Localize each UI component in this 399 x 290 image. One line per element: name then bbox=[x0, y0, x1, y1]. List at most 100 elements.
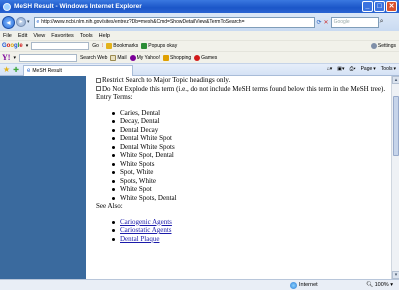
window-title: MeSH Result - Windows Internet Explorer bbox=[14, 3, 142, 10]
yahoo-logo: Y! bbox=[2, 53, 11, 62]
settings-icon bbox=[370, 43, 377, 49]
vertical-scrollbar[interactable]: ▴ ▾ bbox=[391, 76, 399, 279]
games-icon bbox=[194, 54, 201, 61]
my-yahoo-label: My Yahoo! bbox=[136, 54, 161, 61]
list-item: Cariogenic Agents bbox=[112, 218, 391, 227]
maximize-button[interactable]: □ bbox=[374, 1, 385, 12]
minimize-button[interactable]: _ bbox=[362, 1, 373, 12]
search-input[interactable]: Google bbox=[330, 16, 379, 28]
see-also-link[interactable]: Cariogenic Agents bbox=[120, 218, 172, 226]
scroll-down-icon[interactable]: ▾ bbox=[392, 271, 399, 279]
page-icon: e bbox=[36, 19, 40, 25]
see-also-link[interactable]: Dental Plaque bbox=[120, 235, 159, 243]
address-url: http://www.ncbi.nlm.nih.gov/sites/entrez… bbox=[41, 19, 245, 25]
star-icon bbox=[106, 43, 113, 49]
menu-bar: File Edit View Favorites Tools Help bbox=[0, 31, 399, 40]
popup-blocker-icon bbox=[141, 43, 148, 49]
stop-icon[interactable]: ✕ bbox=[324, 19, 329, 26]
list-item: White Spots, Dental bbox=[112, 194, 391, 203]
address-row: ◂ ▸ ▾ e http://www.ncbi.nlm.nih.gov/site… bbox=[0, 13, 399, 31]
see-also-heading: See Also: bbox=[96, 202, 123, 210]
mail-icon bbox=[110, 54, 117, 61]
google-logo: Google bbox=[2, 43, 23, 49]
no-explode-label: Do Not Explode this term (i.e., do not i… bbox=[102, 84, 386, 93]
scroll-up-icon[interactable]: ▴ bbox=[392, 76, 399, 84]
feeds-icon[interactable]: ▣▾ bbox=[337, 66, 344, 72]
tab-page-icon: e bbox=[27, 68, 31, 74]
see-also-list: Cariogenic Agents Cariostatic Agents Den… bbox=[112, 218, 391, 244]
entry-terms-list: Caries, Dental Decay, Dental Dental Deca… bbox=[112, 109, 391, 203]
list-item: Caries, Dental bbox=[112, 109, 391, 118]
restrict-checkbox[interactable] bbox=[96, 77, 101, 83]
my-yahoo-button[interactable]: My Yahoo! bbox=[129, 54, 161, 61]
left-sidebar bbox=[0, 76, 86, 279]
yahoo-dropdown-icon[interactable]: ▾ bbox=[13, 55, 16, 61]
bookmarks-button[interactable]: Bookmarks bbox=[106, 43, 138, 49]
bookmarks-label: Bookmarks bbox=[113, 43, 139, 49]
window-controls: _ □ ✕ bbox=[362, 1, 397, 12]
page-menu-button[interactable]: Page ▾ bbox=[361, 66, 376, 72]
no-explode-checkbox[interactable] bbox=[96, 86, 101, 91]
zoom-value: 100% bbox=[374, 282, 389, 288]
tab-mesh-result[interactable]: e MeSH Result bbox=[23, 65, 134, 76]
globe-icon bbox=[290, 281, 297, 289]
menu-help[interactable]: Help bbox=[99, 33, 110, 39]
games-button[interactable]: Games bbox=[194, 54, 217, 61]
zone-label: Internet bbox=[299, 282, 318, 288]
popups-button[interactable]: Popups okay bbox=[141, 43, 177, 49]
my-yahoo-icon bbox=[129, 54, 136, 61]
settings-label: Settings bbox=[377, 43, 396, 49]
google-dropdown-icon[interactable]: ▾ bbox=[26, 43, 29, 49]
close-button[interactable]: ✕ bbox=[386, 1, 397, 12]
zoom-icon: 🔍︎ bbox=[366, 282, 374, 288]
google-extra-icons[interactable]: ⁞ bbox=[102, 43, 103, 49]
menu-tools[interactable]: Tools bbox=[80, 33, 93, 39]
no-explode-option: Do Not Explode this term (i.e., do not i… bbox=[96, 85, 391, 94]
history-dropdown-icon[interactable]: ▾ bbox=[27, 19, 30, 25]
tools-label: Tools bbox=[380, 66, 393, 72]
search-web-label: Search Web bbox=[79, 54, 108, 61]
yahoo-toolbar: Y! ▾ Search Web Mail My Yahoo! Shopping … bbox=[0, 51, 399, 63]
list-item: Dental White Spots bbox=[112, 143, 391, 152]
shopping-button[interactable]: Shopping bbox=[163, 54, 192, 61]
add-favorite-icon[interactable]: ✚ bbox=[13, 66, 19, 74]
page-label: Page bbox=[360, 66, 373, 72]
mesh-detail: Restrict Search to Major Topic headings … bbox=[96, 76, 391, 243]
list-item: Dental White Spot bbox=[112, 134, 391, 143]
status-bar: Internet 🔍︎ 100% ▾ bbox=[0, 279, 399, 290]
list-item: Spots, White bbox=[112, 177, 391, 186]
list-item: Decay, Dental bbox=[112, 117, 391, 126]
favorites-star-icon[interactable]: ★ bbox=[3, 65, 10, 74]
refresh-icon[interactable]: ⟳ bbox=[317, 19, 322, 26]
list-item: Cariostatic Agents bbox=[112, 226, 391, 235]
restrict-option: Restrict Search to Major Topic headings … bbox=[96, 76, 391, 85]
google-search-input[interactable] bbox=[31, 42, 90, 50]
menu-edit[interactable]: Edit bbox=[18, 33, 27, 39]
search-icon[interactable]: ⌕ bbox=[380, 18, 384, 26]
menu-favorites[interactable]: Favorites bbox=[51, 33, 74, 39]
zoom-level[interactable]: 🔍︎ 100% ▾ bbox=[366, 282, 393, 288]
yahoo-search-input[interactable] bbox=[18, 53, 77, 62]
address-bar[interactable]: e http://www.ncbi.nlm.nih.gov/sites/entr… bbox=[33, 16, 315, 28]
back-button[interactable]: ◂ bbox=[2, 15, 15, 29]
address-tools: ⟳ ✕ bbox=[317, 19, 329, 26]
list-item: Dental Decay bbox=[112, 126, 391, 135]
search-web-button[interactable]: Search Web bbox=[80, 55, 107, 61]
see-also-link[interactable]: Cariostatic Agents bbox=[120, 226, 172, 234]
settings-button[interactable]: Settings bbox=[370, 43, 396, 49]
menu-file[interactable]: File bbox=[3, 33, 12, 39]
list-item: White Spots bbox=[112, 160, 391, 169]
tab-bar: ★ ✚ e MeSH Result ⌂▾ ▣▾ ⎙▾ Page ▾ Tools ▾ bbox=[0, 63, 399, 76]
mail-button[interactable]: Mail bbox=[110, 54, 127, 61]
shopping-label: Shopping bbox=[170, 54, 192, 61]
menu-view[interactable]: View bbox=[33, 33, 45, 39]
tools-menu-button[interactable]: Tools ▾ bbox=[381, 66, 396, 72]
list-item: Dental Plaque bbox=[112, 235, 391, 244]
forward-button[interactable]: ▸ bbox=[16, 17, 26, 27]
command-bar: ⌂▾ ▣▾ ⎙▾ Page ▾ Tools ▾ bbox=[327, 66, 396, 72]
scroll-thumb[interactable] bbox=[393, 96, 399, 156]
home-icon[interactable]: ⌂▾ bbox=[327, 66, 333, 72]
print-icon[interactable]: ⎙▾ bbox=[349, 66, 355, 72]
google-go-button[interactable]: Go bbox=[92, 43, 99, 49]
google-toolbar: Google ▾ Go ⁞ Bookmarks Popups okay Sett… bbox=[0, 40, 399, 51]
